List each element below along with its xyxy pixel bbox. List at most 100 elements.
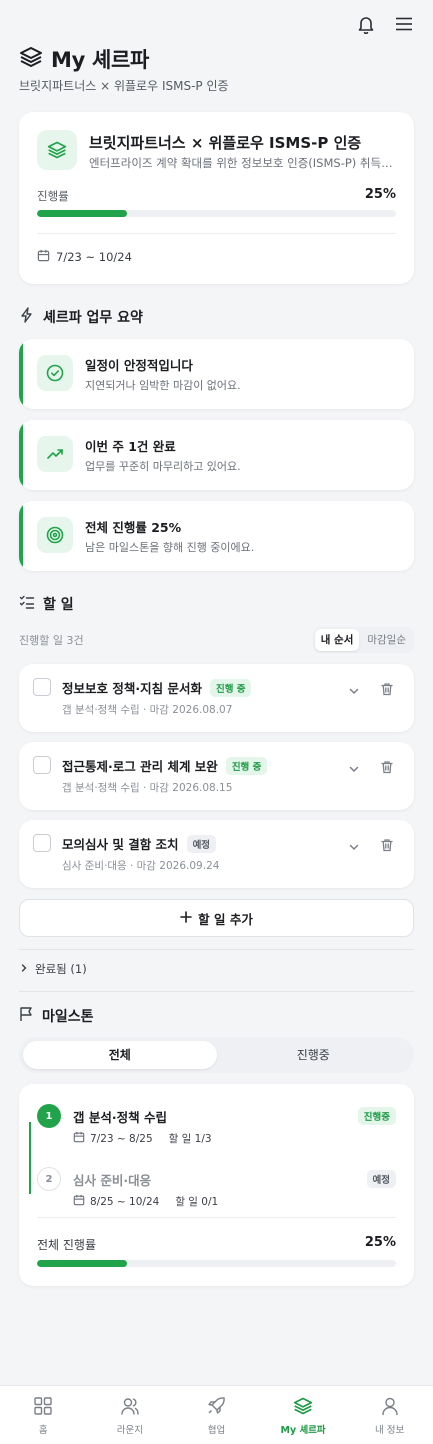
milestone-number: 2 [37,1167,61,1191]
calendar-icon [37,249,50,265]
page-subtitle: 브릿지파트너스 × 위플로우 ISMS-P 인증 [19,79,229,93]
milestone-item[interactable]: 2 심사 준비·대응 8/25 ~ 10/24 할 일 0/1 예정 [37,1167,396,1217]
accent-bar [19,420,23,490]
summary-heading-text: 셰르파 업무 요약 [43,310,143,326]
accent-bar [19,339,23,409]
todo-meta: 심사 준비·대응 · 마감 2026.09.24 [62,860,220,872]
layers-icon [19,45,43,73]
summary-desc: 지연되거나 임박한 마감이 없어요. [85,379,241,392]
trash-icon[interactable] [380,837,394,856]
todo-meta: 갭 분석·정책 수립 · 마감 2026.08.07 [62,704,233,716]
accent-bar [19,501,23,571]
todo-title: 모의심사 및 결함 조치 [62,837,179,852]
todo-checkbox[interactable] [33,756,51,774]
calendar-icon [73,1131,85,1146]
page-title: My 셰르파 [51,48,150,72]
todo-item[interactable]: 모의심사 및 결함 조치 예정 심사 준비·대응 · 마감 2026.09.24 [19,820,414,888]
sort-due-date[interactable]: 마감일순 [361,629,412,651]
summary-card: 일정이 안정적입니다 지연되거나 임박한 마감이 없어요. [19,339,414,409]
top-bar [0,0,433,48]
milestone-tasks: 할 일 0/1 [175,1196,219,1208]
milestone-item[interactable]: 1 갭 분석·정책 수립 7/23 ~ 8/25 할 일 1/3 진행중 [37,1104,396,1154]
divider [37,1217,396,1218]
chevron-right-icon [19,962,29,976]
bottom-nav: 홈 라운지 협업 My 셰르파 내 정보 [0,1385,433,1444]
todo-title: 접근통제·로그 관리 체계 보완 [62,759,218,774]
status-badge: 진행 중 [209,678,252,697]
nav-home[interactable]: 홈 [0,1386,87,1444]
status-badge: 진행중 [357,1107,396,1125]
trash-icon[interactable] [380,681,394,700]
nav-label: 내 정보 [375,1425,405,1436]
milestone-meta: 8/25 ~ 10/24 할 일 0/1 [73,1194,218,1209]
menu-icon[interactable] [393,13,415,35]
summary-card: 이번 주 1건 완료 업무를 꾸준히 마무리하고 있어요. [19,420,414,490]
todo-item[interactable]: 정보보호 정책·지침 문서화 진행 중 갭 분석·정책 수립 · 마감 2026… [19,664,414,732]
trash-icon[interactable] [380,759,394,778]
completed-toggle[interactable]: 완료됨 (1) [19,961,87,977]
nav-my-sherpa[interactable]: My 셰르파 [260,1386,347,1444]
layers-icon [37,130,77,170]
divider [37,233,396,234]
milestone-title: 갭 분석·정책 수립 [73,1110,167,1125]
milestone-card: 1 갭 분석·정책 수립 7/23 ~ 8/25 할 일 1/3 진행중 2 심… [19,1084,414,1286]
completed-label: 완료됨 (1) [35,962,87,976]
calendar-icon [73,1194,85,1209]
summary-desc: 업무를 꾸준히 마무리하고 있어요. [85,460,241,473]
status-badge: 예정 [186,834,217,853]
page-title-row: My 셰르파 [19,44,149,74]
sort-toggle: 내 순서 마감일순 [312,627,414,653]
milestone-heading: 마일스톤 [19,1006,94,1026]
tab-all[interactable]: 전체 [23,1041,217,1069]
add-todo-label: 할 일 추가 [198,911,253,927]
todo-title: 정보보호 정책·지침 문서화 [62,681,202,696]
nav-lounge[interactable]: 라운지 [87,1386,174,1444]
status-badge: 진행 중 [225,756,268,775]
total-progress-fill [37,1260,127,1267]
progress-value: 25% [364,187,396,202]
milestone-dates: 7/23 ~ 8/25 [90,1132,153,1145]
chevron-down-icon[interactable] [348,760,360,779]
todo-heading-text: 할 일 [43,597,74,613]
todo-title-row: 접근통제·로그 관리 체계 보완 진행 중 [62,756,268,775]
todo-checkbox[interactable] [33,678,51,696]
summary-title: 일정이 안정적입니다 [85,358,193,373]
summary-title: 전체 진행률 25% [85,520,182,535]
rocket-icon [206,1396,226,1419]
trending-up-icon [37,436,73,472]
project-dates: 7/23 ~ 10/24 [37,249,132,265]
users-icon [120,1396,140,1419]
project-name: 브릿지파트너스 × 위플로우 ISMS-P 인증 [89,134,362,152]
todo-count: 진행할 일 3건 [19,634,84,647]
nav-collab[interactable]: 협업 [173,1386,260,1444]
home-grid-icon [33,1396,53,1419]
project-card[interactable]: 브릿지파트너스 × 위플로우 ISMS-P 인증 엔터프라이즈 계약 확대를 위… [19,112,414,284]
timeline-connector [29,1122,31,1194]
milestone-dates: 8/25 ~ 10/24 [90,1195,160,1208]
total-progress-label: 전체 진행률 [37,1238,97,1252]
todo-item[interactable]: 접근통제·로그 관리 체계 보완 진행 중 갭 분석·정책 수립 · 마감 20… [19,742,414,810]
tab-in-progress[interactable]: 진행중 [217,1041,411,1069]
chevron-down-icon[interactable] [348,838,360,857]
divider [19,991,414,992]
checklist-icon [19,594,35,614]
milestone-meta: 7/23 ~ 8/25 할 일 1/3 [73,1131,212,1146]
progress-bar [37,210,396,217]
chevron-down-icon[interactable] [348,682,360,701]
summary-desc: 남은 마일스톤을 향해 진행 중이에요. [85,541,255,554]
progress-label: 진행률 [37,189,69,203]
progress-fill [37,210,127,217]
todo-checkbox[interactable] [33,834,51,852]
todo-title-row: 모의심사 및 결함 조치 예정 [62,834,217,853]
add-todo-button[interactable]: 할 일 추가 [19,899,414,937]
nav-my-info[interactable]: 내 정보 [346,1386,433,1444]
milestone-number: 1 [37,1104,61,1128]
todo-heading: 할 일 [19,594,74,614]
milestone-tabs: 전체 진행중 [19,1037,414,1073]
nav-label: My 셰르파 [280,1425,326,1436]
bell-icon[interactable] [355,13,377,35]
target-icon [37,517,73,553]
lightning-icon [19,307,35,327]
sort-my-order[interactable]: 내 순서 [314,629,360,651]
milestone-title: 심사 준비·대응 [73,1173,152,1188]
